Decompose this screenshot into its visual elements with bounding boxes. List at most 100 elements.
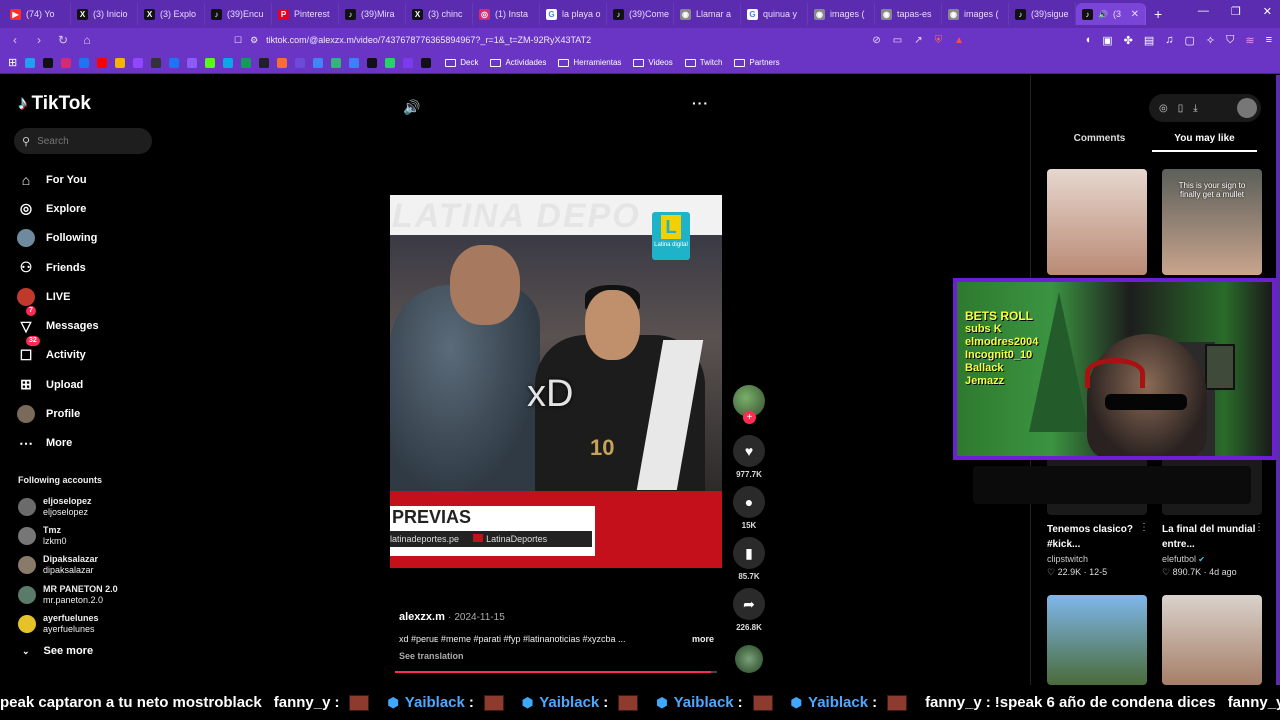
card-author[interactable]: elefutbol ✔ [1162, 554, 1205, 564]
nav-profile[interactable]: Profile [17, 399, 99, 428]
menu-icon[interactable]: ≡ [1266, 34, 1272, 47]
wallet-icon[interactable]: ▢ [1184, 34, 1194, 47]
bookmark-icon[interactable] [115, 57, 126, 68]
browser-tab[interactable]: ▶ (74) Yo [4, 3, 71, 25]
bookmark-folder[interactable]: Herramientas [558, 58, 621, 67]
tab-comments[interactable]: Comments [1047, 133, 1152, 152]
bookmark-icon[interactable] [79, 57, 90, 68]
browser-tab[interactable]: X (3) Inicio [71, 3, 138, 25]
home-icon[interactable]: ⌂ [80, 33, 94, 47]
translate-icon[interactable]: ◖ [1085, 34, 1092, 47]
bookmark-star-icon[interactable]: ☐ [234, 35, 242, 46]
suggested-thumb-2[interactable]: This is your sign to finally get a mulle… [1162, 169, 1262, 275]
close-tab-icon[interactable]: ✕ [1131, 9, 1139, 20]
device-icon[interactable]: ▯ [1178, 103, 1184, 114]
author-name[interactable]: alexzx.m [399, 611, 445, 623]
browser-tab[interactable]: Gquinua y [741, 3, 808, 25]
bookmark-icon[interactable] [385, 57, 396, 68]
sidebar-icon[interactable]: ▤ [1144, 34, 1154, 47]
bookmark-icon[interactable] [367, 57, 378, 68]
browser-tab[interactable]: ♪ (39)Encu [205, 3, 272, 25]
bookmark-icon[interactable] [241, 57, 252, 68]
see-translation-link[interactable]: See translation [399, 651, 464, 661]
nav-following[interactable]: Following [17, 224, 99, 253]
bookmark-icon[interactable] [25, 57, 36, 68]
card-title[interactable]: Tenemos clasico? #kick... [1047, 522, 1142, 552]
following-account[interactable]: Dipaksalazar dipaksalazar [18, 551, 118, 580]
bookmark-icon[interactable] [223, 57, 234, 68]
browser-tab[interactable]: ◉ Llamar a [674, 3, 741, 25]
restore-icon[interactable]: ❐ [1231, 5, 1241, 18]
url-text[interactable]: tiktok.com/@alexzx.m/video/7437678776365… [266, 35, 591, 45]
nav-activity[interactable]: ☐ 32 Activity [17, 335, 99, 370]
bookmark-folder[interactable]: Actividades [490, 58, 546, 67]
shield-icon[interactable]: ⛨ [935, 35, 943, 46]
card-title[interactable]: La final del mundial entre... [1162, 522, 1257, 552]
nav-friends[interactable]: ⚇ Friends [17, 253, 99, 282]
creator-avatar[interactable]: + [733, 385, 765, 424]
nav-upload[interactable]: ⊞ Upload [17, 370, 99, 399]
minimize-icon[interactable]: — [1198, 5, 1209, 18]
download-icon[interactable]: ⤓ [1193, 103, 1197, 114]
browser-tab[interactable]: X (3) chinc [406, 3, 473, 25]
description-more-button[interactable]: more [692, 634, 714, 644]
site-info-icon[interactable]: ⚙ [250, 35, 258, 46]
alert-icon[interactable]: ▲ [954, 35, 964, 46]
card-options-icon[interactable]: ⋮ [1254, 522, 1264, 533]
cast-icon[interactable]: ▭ [893, 35, 902, 46]
bookmark-icon[interactable] [349, 57, 360, 68]
bookmark-icon[interactable] [313, 57, 324, 68]
bookmark-icon[interactable] [205, 57, 216, 68]
video-author[interactable]: alexzx.m · 2024-11-15 [399, 611, 505, 623]
bookmark-icon[interactable] [403, 57, 414, 68]
bookmark-icon[interactable] [277, 57, 288, 68]
extension-icon-1[interactable]: ▣ [1102, 34, 1112, 47]
video-player[interactable]: LATINA DEPO 10 L Latina digital xD PREVIA… [390, 195, 722, 568]
vpn-icon[interactable]: ⛉ [1226, 34, 1234, 47]
suggested-thumb-1[interactable] [1047, 169, 1147, 275]
wallet-color-icon[interactable]: ≋ [1245, 34, 1254, 47]
bookmark-folder[interactable]: Partners [734, 58, 780, 67]
browser-tab[interactable]: ◉ images ( [942, 3, 1009, 25]
user-avatar[interactable] [1237, 98, 1257, 118]
video-options-icon[interactable]: ··· [692, 95, 709, 111]
comment-button[interactable]: ● [733, 486, 765, 518]
following-account[interactable]: ayerfuelunes ayerfuelunes [18, 609, 118, 638]
bookmark-icon[interactable] [421, 57, 432, 68]
following-account[interactable]: Tmz lzkm0 [18, 521, 118, 550]
like-button[interactable]: ♥ [733, 435, 765, 467]
coin-icon[interactable]: ◎ [1159, 103, 1168, 114]
search-box[interactable]: ⚲ [14, 128, 152, 154]
video-progress-bar[interactable] [395, 671, 717, 673]
nav-explore[interactable]: ◎ Explore [17, 194, 99, 223]
puzzle-icon[interactable]: ✤ [1124, 34, 1133, 47]
forward-icon[interactable]: › [32, 33, 46, 47]
save-button[interactable]: ▮ [733, 537, 765, 569]
nav-for-you[interactable]: ⌂ For You [17, 165, 99, 194]
reload-icon[interactable]: ↻ [56, 33, 70, 47]
close-window-icon[interactable]: ✕ [1263, 5, 1272, 18]
browser-tab[interactable]: ♪ (39)Come [607, 3, 674, 25]
browser-tab[interactable]: ◉ images ( [808, 3, 875, 25]
bookmark-icon[interactable] [295, 57, 306, 68]
bookmark-folder[interactable]: Twitch [684, 58, 722, 67]
bookmark-icon[interactable] [187, 57, 198, 68]
media-off-icon[interactable]: ⊘ [872, 35, 880, 46]
volume-icon[interactable]: 🔊 [403, 99, 420, 116]
bookmark-icon[interactable] [331, 57, 342, 68]
bookmark-icon[interactable] [133, 57, 144, 68]
bookmark-icon[interactable] [97, 57, 108, 68]
card-author[interactable]: clipstwitch [1047, 554, 1088, 564]
music-disc-icon[interactable] [735, 645, 763, 673]
new-tab-button[interactable]: + [1154, 6, 1162, 22]
share-url-icon[interactable]: ↗ [914, 35, 922, 46]
tab-you-may-like[interactable]: You may like [1152, 133, 1257, 152]
apps-grid-icon[interactable]: ⊞ [8, 56, 17, 69]
nav-more[interactable]: ⋯ More [17, 429, 99, 458]
bookmark-icon[interactable] [259, 57, 270, 68]
browser-tab[interactable]: ◉ tapas-es [875, 3, 942, 25]
active-tab[interactable]: ♪ 🔊 (3 ✕ [1076, 3, 1146, 25]
bookmark-icon[interactable] [43, 57, 54, 68]
music-icon[interactable]: ♫ [1165, 34, 1173, 47]
browser-tab[interactable]: Gla playa o [540, 3, 607, 25]
